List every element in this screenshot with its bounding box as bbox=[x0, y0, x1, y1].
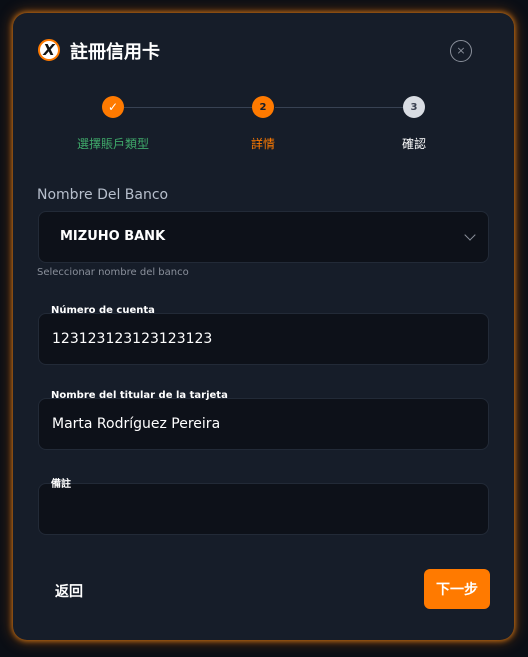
step-connector-2 bbox=[275, 107, 403, 108]
bank-name-label: Nombre Del Banco bbox=[37, 187, 169, 203]
close-icon[interactable]: × bbox=[450, 40, 472, 62]
bank-name-value: MIZUHO BANK bbox=[60, 229, 166, 244]
register-card-dialog: X 註冊信用卡 × ✓ 2 3 選擇賬戶類型 詳情 確認 Nombre Del … bbox=[13, 13, 514, 640]
brand-logo-mark: X bbox=[43, 40, 55, 59]
step-3-label: 確認 bbox=[401, 137, 426, 151]
account-number-value: 123123123123123123 bbox=[52, 331, 213, 347]
chevron-down-icon bbox=[464, 229, 476, 241]
notes-field[interactable] bbox=[38, 483, 489, 535]
brand-logo: X bbox=[38, 39, 60, 61]
card-holder-value: Marta Rodríguez Pereira bbox=[52, 416, 221, 432]
step-1-check-icon: ✓ bbox=[102, 96, 124, 118]
back-button[interactable]: 返回 bbox=[55, 581, 83, 601]
step-2-label: 詳情 bbox=[250, 137, 275, 151]
card-holder-field[interactable]: Marta Rodríguez Pereira bbox=[38, 398, 489, 450]
step-connector-1 bbox=[124, 107, 252, 108]
account-number-label: Número de cuenta bbox=[51, 305, 155, 316]
dialog-title: 註冊信用卡 bbox=[70, 42, 160, 63]
bank-name-helper: Seleccionar nombre del banco bbox=[37, 267, 189, 278]
step-1-label: 選擇賬戶類型 bbox=[76, 137, 149, 151]
notes-label: 備註 bbox=[51, 479, 71, 490]
next-button[interactable]: 下一步 bbox=[424, 569, 490, 609]
bank-name-select[interactable]: MIZUHO BANK bbox=[38, 211, 489, 263]
account-number-field[interactable]: 123123123123123123 bbox=[38, 313, 489, 365]
step-2-indicator: 2 bbox=[252, 96, 274, 118]
card-holder-label: Nombre del titular de la tarjeta bbox=[51, 390, 228, 401]
step-3-indicator: 3 bbox=[403, 96, 425, 118]
